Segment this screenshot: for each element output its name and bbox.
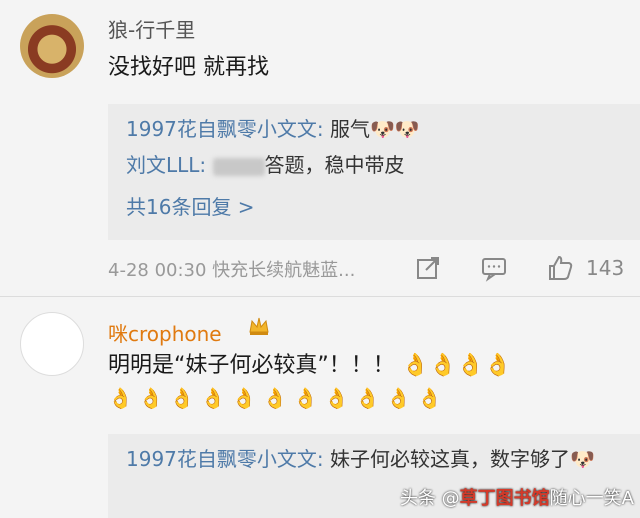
reply-username[interactable]: 1997花自飘零小文文: (126, 117, 324, 141)
username[interactable]: 咪crophone (108, 318, 222, 347)
reply-username[interactable]: 刘文LLL: (126, 153, 206, 177)
reply-item[interactable]: 1997花自飘零小文文: 服气🐶🐶 (126, 114, 420, 144)
username[interactable]: 狼-行千里 (108, 14, 195, 43)
like-count: 143 (586, 256, 625, 280)
reply-text: 妹子何必较这真，数字够了🐶 (323, 447, 595, 471)
like-icon[interactable] (546, 254, 574, 282)
reply-text: 答题，稳中带皮 (264, 153, 405, 177)
avatar[interactable] (20, 14, 84, 78)
reply-item[interactable]: 1997花自飘零小文文: 妹子何必较这真，数字够了🐶 (126, 444, 616, 474)
reply-text: 服气🐶🐶 (323, 117, 420, 141)
crown-icon (249, 317, 269, 335)
reply-username[interactable]: 1997花自飘零小文文: (126, 447, 324, 471)
comment-text: 没找好吧 就再找 (108, 55, 269, 80)
watermark-prefix: 头条 @ (399, 488, 460, 509)
share-icon[interactable] (414, 254, 442, 282)
comment-meta: 4-28 00:30 快充长续航魅蓝... 143 (108, 254, 640, 284)
watermark: 头条 @草丁图书馆随心一笑A (400, 484, 634, 510)
reply-item[interactable]: 刘文LLL: 答题，稳中带皮 (126, 150, 405, 180)
comment-text: 明明是“妹子何必较真”！！！ 👌👌👌👌 (108, 353, 512, 378)
blurred-text (212, 157, 265, 176)
comment-card: 狼-行千里 没找好吧 就再找 1997花自飘零小文文: 服气🐶🐶 刘文LLL: … (0, 0, 640, 296)
more-replies-link[interactable]: 共16条回复 > (126, 192, 255, 222)
replies-box[interactable]: 1997花自飘零小文文: 服气🐶🐶 刘文LLL: 答题，稳中带皮 共16条回复 … (108, 104, 640, 240)
avatar[interactable] (20, 312, 84, 376)
emoji-row: 👌👌👌👌👌👌👌👌👌👌👌 (108, 386, 448, 410)
timestamp: 4-28 00:30 快充长续航魅蓝... (108, 260, 356, 281)
watermark-brand: 草丁图书馆 (459, 488, 550, 509)
comment-icon[interactable] (480, 254, 508, 282)
watermark-suffix: 随心一笑A (549, 488, 634, 509)
